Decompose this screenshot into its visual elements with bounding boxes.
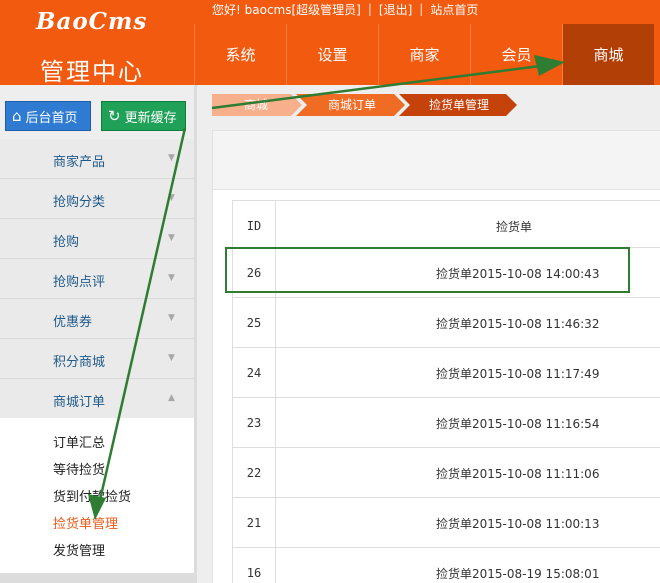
sidebar-item-label: 抢购	[53, 235, 80, 250]
sidebar-item-coupons[interactable]: 优惠券 ▼	[0, 299, 194, 339]
refresh-cache-label: 更新缓存	[124, 110, 177, 126]
sidebar: ⌂ 后台首页 ↻ 更新缓存 商家产品 ▼ 抢购分类 ▼ 抢购 ▼ 抢购点评 ▼ …	[0, 85, 194, 583]
chevron-down-icon: ▼	[168, 153, 175, 163]
sidebar-item-label: 抢购点评	[53, 275, 106, 290]
breadcrumb-picking-list-management: 捡货单管理	[399, 94, 517, 116]
nav-mall[interactable]: 商城	[562, 24, 654, 85]
table-row[interactable]: 25 捡货单2015-10-08 11:46:32	[232, 298, 660, 348]
chevron-down-icon: ▼	[168, 273, 175, 283]
annotation-highlight-box	[225, 247, 630, 293]
cell-id: 23	[232, 398, 276, 448]
breadcrumb: 商城 商城订单 捡货单管理	[212, 94, 511, 116]
nav-settings[interactable]: 设置	[286, 24, 378, 85]
table-header: ID 捡货单	[232, 200, 660, 251]
chevron-down-icon: ▼	[168, 193, 175, 203]
refresh-cache-button[interactable]: ↻ 更新缓存	[101, 101, 186, 131]
sidebar-item-label: 积分商城	[53, 355, 106, 370]
logo[interactable]: BaoCms	[36, 8, 176, 38]
admin-center-title: 管理中心	[40, 58, 144, 86]
table-row[interactable]: 21 捡货单2015-10-08 11:00:13	[232, 498, 660, 548]
table-row[interactable]: 16 捡货单2015-08-19 15:08:01	[232, 548, 660, 583]
table-row[interactable]: 24 捡货单2015-10-08 11:17:49	[232, 348, 660, 398]
toolbar-area	[212, 130, 660, 190]
submenu-order-summary[interactable]: 订单汇总	[53, 432, 105, 451]
refresh-icon: ↻	[108, 106, 121, 125]
sidebar-item-group-buy[interactable]: 抢购 ▼	[0, 219, 194, 259]
cell-name: 捡货单2015-10-08 11:00:13	[436, 516, 600, 531]
sidebar-footer	[0, 573, 194, 583]
sidebar-item-label: 商家产品	[53, 155, 106, 170]
submenu-awaiting-picking[interactable]: 等待捡货	[53, 459, 105, 478]
separator: |	[419, 2, 424, 16]
cell-id: 21	[232, 498, 276, 548]
submenu-shipping-management[interactable]: 发货管理	[53, 540, 105, 559]
cell-id: 22	[232, 448, 276, 498]
cell-name: 捡货单2015-10-08 11:16:54	[436, 416, 600, 431]
home-button[interactable]: ⌂ 后台首页	[5, 101, 91, 131]
home-icon: ⌂	[12, 106, 22, 125]
sidebar-item-label: 商城订单	[53, 395, 106, 410]
sidebar-item-mall-orders[interactable]: 商城订单 ▲	[0, 379, 194, 419]
header: BaoCms 管理中心 您好! baocms[超级管理员] | [退出] | 站…	[0, 0, 660, 86]
home-button-label: 后台首页	[25, 110, 78, 126]
breadcrumb-mall-orders[interactable]: 商城订单	[296, 94, 405, 116]
sidebar-item-label: 优惠券	[53, 315, 93, 330]
table-row[interactable]: 23 捡货单2015-10-08 11:16:54	[232, 398, 660, 448]
chevron-down-icon: ▼	[168, 233, 175, 243]
sidebar-item-group-buy-reviews[interactable]: 抢购点评 ▼	[0, 259, 194, 299]
nav-system[interactable]: 系统	[194, 24, 286, 85]
nav-merchant[interactable]: 商家	[378, 24, 470, 85]
separator: |	[367, 2, 372, 16]
submenu-cod-picking[interactable]: 货到付款捡货	[53, 486, 131, 505]
submenu-picking-list-management[interactable]: 捡货单管理	[53, 513, 118, 532]
sidebar-toolbar: ⌂ 后台首页 ↻ 更新缓存	[0, 85, 194, 137]
sidebar-item-group-buy-category[interactable]: 抢购分类 ▼	[0, 179, 194, 219]
cell-id: 16	[232, 548, 276, 583]
nav-member[interactable]: 会员	[470, 24, 562, 85]
table-row[interactable]: 22 捡货单2015-10-08 11:11:06	[232, 448, 660, 498]
sidebar-item-merchant-products[interactable]: 商家产品 ▼	[0, 139, 194, 179]
main-nav: 系统 设置 商家 会员 商城	[194, 24, 660, 85]
sidebar-item-label: 抢购分类	[53, 195, 106, 210]
column-header-id: ID	[232, 201, 276, 251]
site-home-link[interactable]: 站点首页	[430, 1, 478, 18]
cell-name: 捡货单2015-08-19 15:08:01	[436, 566, 600, 581]
sidebar-divider	[194, 85, 197, 583]
cell-name: 捡货单2015-10-08 11:17:49	[436, 366, 600, 381]
mall-orders-submenu: 订单汇总 等待捡货 货到付款捡货 捡货单管理 发货管理	[0, 418, 194, 573]
chevron-down-icon: ▼	[168, 353, 175, 363]
cell-name: 捡货单2015-10-08 11:11:06	[436, 466, 600, 481]
column-header-name: 捡货单	[496, 219, 533, 234]
cell-name: 捡货单2015-10-08 11:46:32	[436, 316, 600, 331]
cell-id: 24	[232, 348, 276, 398]
breadcrumb-mall[interactable]: 商城	[212, 94, 302, 116]
logout-link[interactable]: [退出]	[379, 1, 412, 18]
greeting-text: 您好! baocms[超级管理员]	[212, 2, 361, 17]
chevron-up-icon: ▲	[168, 393, 175, 403]
cell-id: 25	[232, 298, 276, 348]
sidebar-item-points-mall[interactable]: 积分商城 ▼	[0, 339, 194, 379]
chevron-down-icon: ▼	[168, 313, 175, 323]
top-bar: 您好! baocms[超级管理员] | [退出] | 站点首页	[212, 0, 478, 18]
